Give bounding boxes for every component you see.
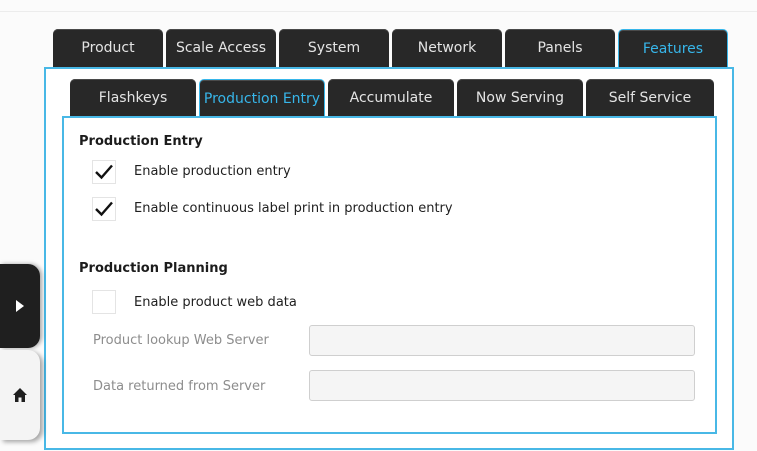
tab-features[interactable]: Features	[618, 29, 728, 67]
enable-production-entry-checkbox[interactable]	[92, 160, 116, 184]
top-divider	[0, 11, 757, 12]
home-icon	[13, 388, 27, 402]
production-planning-heading: Production Planning	[79, 261, 228, 276]
subtab-self-service[interactable]: Self Service	[586, 79, 714, 117]
subtab-accumulate[interactable]: Accumulate	[328, 79, 454, 117]
subtab-production-entry[interactable]: Production Entry	[199, 79, 325, 117]
tab-scale-access[interactable]: Scale Access	[166, 29, 276, 67]
tab-panels[interactable]: Panels	[505, 29, 615, 67]
checkmark-icon	[95, 164, 113, 180]
enable-continuous-label-print-checkbox[interactable]	[92, 197, 116, 221]
enable-continuous-label-print-label: Enable continuous label print in product…	[134, 201, 453, 216]
enable-product-web-data-checkbox[interactable]	[92, 290, 116, 314]
play-arrow-icon	[16, 300, 24, 312]
subtab-flashkeys[interactable]: Flashkeys	[70, 79, 196, 117]
tab-product[interactable]: Product	[53, 29, 163, 67]
data-returned-from-server-label: Data returned from Server	[93, 379, 266, 394]
product-lookup-web-server-label: Product lookup Web Server	[93, 333, 269, 348]
checkmark-icon	[95, 201, 113, 217]
enable-production-entry-label: Enable production entry	[134, 164, 291, 179]
production-entry-heading: Production Entry	[79, 134, 203, 149]
product-lookup-web-server-input[interactable]	[309, 325, 695, 356]
subtab-now-serving[interactable]: Now Serving	[457, 79, 583, 117]
enable-product-web-data-label: Enable product web data	[134, 295, 297, 310]
home-button[interactable]	[0, 350, 40, 440]
data-returned-from-server-input[interactable]	[309, 370, 695, 401]
expand-side-panel-button[interactable]	[0, 264, 40, 348]
tab-system[interactable]: System	[279, 29, 389, 67]
tab-network[interactable]: Network	[392, 29, 502, 67]
